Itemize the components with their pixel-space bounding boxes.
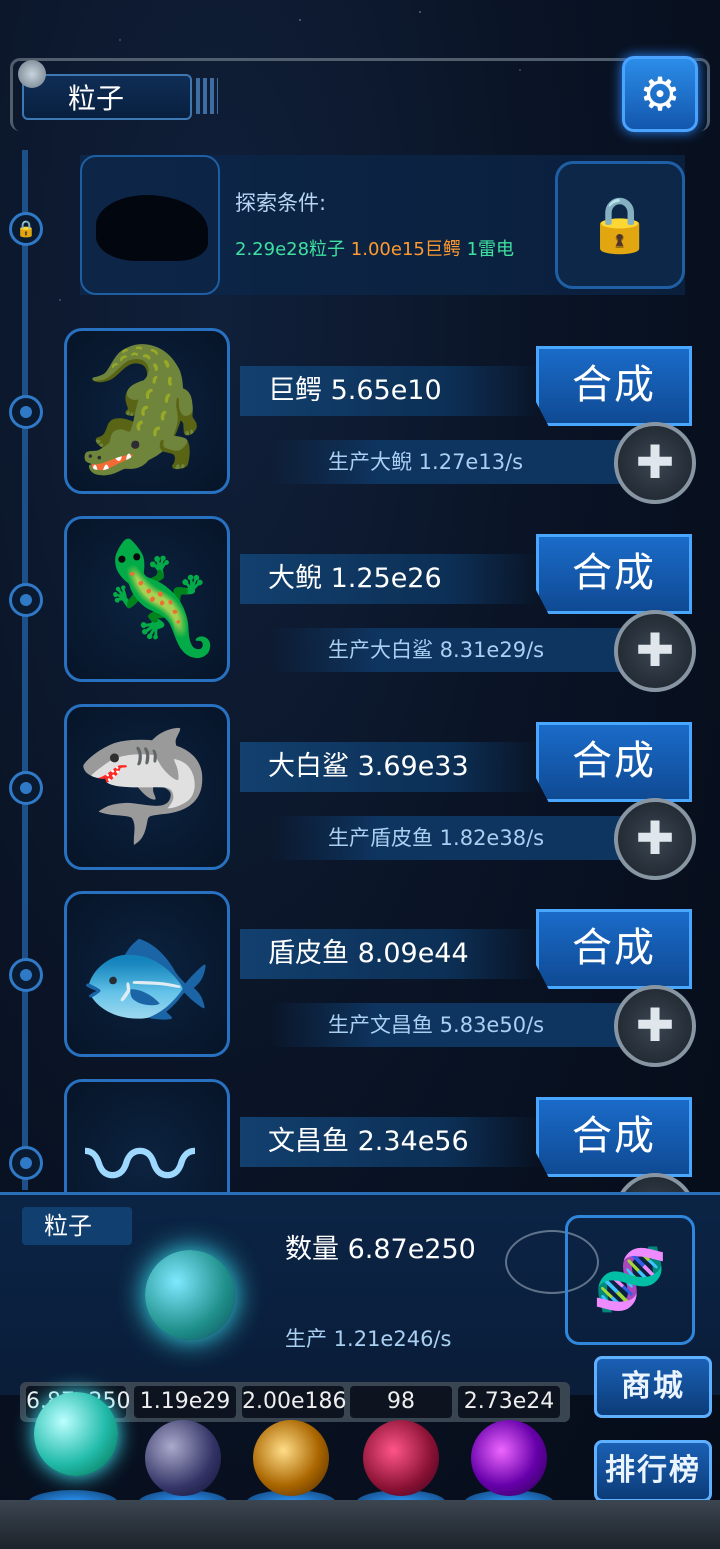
plus-icon: ✚ (635, 998, 675, 1052)
explore-title: 探索条件: (235, 191, 327, 215)
plus-icon: ✚ (635, 811, 675, 865)
particle-count: 数量 6.87e250 (285, 1234, 476, 1265)
creature-production: 生产盾皮鱼 1.82e38/s (270, 816, 630, 860)
resource-void: 2.73e24 (458, 1386, 560, 1418)
creature-card[interactable]: 〰 (64, 1079, 230, 1192)
resource-thunder: 1.19e29 (134, 1386, 236, 1418)
crocodile-icon: 🐊 (67, 341, 217, 480)
merge-button[interactable]: 合成 (536, 1097, 692, 1177)
resource-gene: 98 (350, 1386, 452, 1418)
req-thunder: 1雷电 (466, 239, 515, 260)
creature-card[interactable]: 🐊 (64, 328, 230, 494)
gear-icon: ⚙ (639, 67, 681, 121)
void-orb-button[interactable] (471, 1420, 547, 1496)
leaderboard-button[interactable]: 排行榜 (594, 1440, 712, 1502)
merge-button[interactable]: 合成 (536, 346, 692, 426)
creature-silhouette (96, 195, 208, 261)
bottom-frame (0, 1500, 720, 1549)
creature-name: 盾皮鱼 8.09e44 (240, 929, 540, 979)
creature-card[interactable]: 🦎 (64, 516, 230, 682)
plus-icon: ✚ (635, 435, 675, 489)
rail-lock-icon: 🔒 (9, 212, 43, 246)
req-crocodile: 1.00e15巨鳄 (350, 239, 461, 260)
creature-card[interactable]: 🦈 (64, 704, 230, 870)
lock-icon: 🔒 (586, 193, 654, 256)
particle-atom-icon (145, 1250, 235, 1340)
add-button[interactable]: ✚ (614, 985, 696, 1067)
explore-requirements: 2.29e28粒子 1.00e15巨鳄 1雷电 (235, 235, 514, 261)
creature-row: 〰 文昌鱼 2.34e56 合成 ✚ (0, 1079, 720, 1192)
current-tab-label[interactable]: 粒子 (22, 74, 192, 120)
tab-stripes (196, 78, 218, 114)
add-button[interactable]: ✚ (614, 798, 696, 880)
shop-button[interactable]: 商城 (594, 1356, 712, 1418)
creature-production: 生产大鲵 1.27e13/s (270, 440, 630, 484)
shark-icon: 🦈 (75, 722, 212, 850)
req-particles: 2.29e28粒子 (235, 239, 346, 260)
gene-orb-button[interactable] (363, 1420, 439, 1496)
fire-orb-button[interactable] (253, 1420, 329, 1496)
lancelet-icon: 〰 (85, 1103, 195, 1192)
creature-name: 大白鲨 3.69e33 (240, 742, 540, 792)
add-button[interactable]: ✚ (614, 422, 696, 504)
creature-name: 文昌鱼 2.34e56 (240, 1117, 540, 1167)
creature-card[interactable]: 🐟 (64, 891, 230, 1057)
resource-fire: 2.00e186 (242, 1386, 347, 1418)
dna-icon: 🧬 (565, 1215, 695, 1345)
settings-button[interactable]: ⚙ (622, 56, 698, 132)
merge-button[interactable]: 合成 (536, 909, 692, 989)
particle-orb-button[interactable] (34, 1392, 118, 1476)
creature-name: 大鲵 1.25e26 (240, 554, 540, 604)
merge-button[interactable]: 合成 (536, 722, 692, 802)
locked-creature-card (80, 155, 220, 295)
particle-label: 粒子 (22, 1207, 132, 1245)
particle-production: 生产 1.21e246/s (285, 1327, 452, 1351)
top-bar: 粒子 ⚙ (10, 48, 710, 138)
bolt-icon (18, 60, 46, 88)
creature-row: 🦎 大鲵 1.25e26 生产大白鲨 8.31e29/s 合成 ✚ (0, 516, 720, 696)
thunder-orb-button[interactable] (145, 1420, 221, 1496)
merge-button[interactable]: 合成 (536, 534, 692, 614)
creature-production: 生产大白鲨 8.31e29/s (270, 628, 630, 672)
unlock-button[interactable]: 🔒 (555, 161, 685, 289)
creature-production: 生产文昌鱼 5.83e50/s (270, 1003, 630, 1047)
creature-row: 🦈 大白鲨 3.69e33 生产盾皮鱼 1.82e38/s 合成 ✚ (0, 704, 720, 884)
add-button[interactable]: ✚ (614, 610, 696, 692)
tab-label-text: 粒子 (68, 82, 125, 115)
plus-icon: ✚ (635, 623, 675, 677)
creature-row: 🐊 巨鳄 5.65e10 生产大鲵 1.27e13/s 合成 ✚ (0, 328, 720, 508)
salamander-icon: 🦎 (89, 534, 226, 662)
explore-panel: 探索条件: 2.29e28粒子 1.00e15巨鳄 1雷电 🔒 (80, 155, 685, 295)
dunkleosteus-icon: 🐟 (77, 911, 214, 1039)
creature-row: 🐟 盾皮鱼 8.09e44 生产文昌鱼 5.83e50/s 合成 ✚ (0, 891, 720, 1071)
creature-name: 巨鳄 5.65e10 (240, 366, 540, 416)
